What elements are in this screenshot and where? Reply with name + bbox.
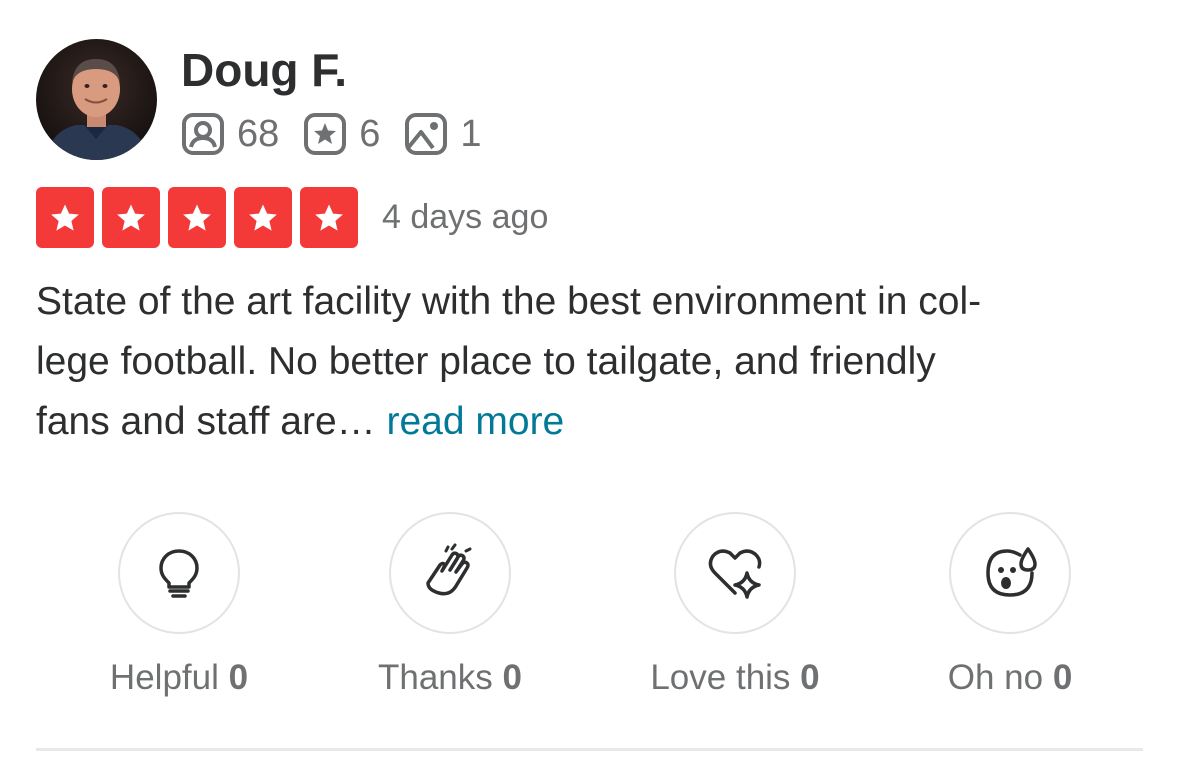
reaction-oh-no: Oh no 0 (890, 512, 1130, 700)
star-icon (315, 204, 343, 231)
reaction-count: 0 (502, 658, 522, 697)
reviews-count: 6 (359, 113, 381, 155)
reviews-stat: 6 (303, 110, 380, 158)
rating-row: 4 days ago (36, 187, 548, 248)
star-icon (183, 204, 211, 231)
read-more-link[interactable]: read more (387, 400, 565, 443)
reaction-label: Helpful 0 (59, 656, 299, 700)
rating-star (300, 187, 358, 248)
oh-no-button[interactable] (949, 512, 1071, 634)
photos-stat: 1 (404, 110, 482, 158)
review-text-line: fans and staff are… read more (36, 392, 1146, 452)
reaction-name: Thanks (378, 658, 493, 697)
star-rating (36, 187, 366, 248)
review-date: 4 days ago (382, 198, 549, 236)
high-five-icon (426, 543, 472, 596)
reaction-helpful: Helpful 0 (59, 512, 299, 700)
friends-count: 68 (237, 113, 280, 155)
photos-count: 1 (460, 113, 482, 155)
reaction-love-this: Love this 0 (615, 512, 855, 700)
avatar[interactable] (36, 39, 157, 160)
rating-star (168, 187, 226, 248)
reaction-name: Helpful (109, 658, 219, 697)
helpful-button[interactable] (118, 512, 240, 634)
friends-icon (182, 113, 224, 155)
review-text-line: lege football. No better place to tailga… (36, 340, 936, 383)
reaction-count: 0 (228, 658, 249, 697)
rating-star (36, 187, 94, 248)
reaction-count: 0 (1052, 658, 1073, 697)
rating-star (234, 187, 292, 248)
reaction-thanks: Thanks 0 (330, 512, 570, 700)
reaction-count: 0 (800, 658, 820, 697)
review-star-icon (304, 113, 347, 155)
review-text-line: State of the art facility with the best … (36, 280, 982, 323)
friends-stat: 68 (181, 110, 279, 158)
user-stats: 68 6 1 (181, 110, 482, 158)
divider (36, 748, 1143, 751)
photo-icon (405, 113, 448, 155)
surprised-face-icon (986, 547, 1037, 597)
star-icon (51, 204, 79, 231)
user-avatar-photo (36, 39, 157, 160)
reaction-name: Oh no (947, 658, 1044, 697)
star-icon (117, 204, 145, 231)
heart-sparkle-icon (708, 549, 762, 599)
reaction-name: Love this (650, 658, 791, 697)
lightbulb-icon (159, 549, 199, 598)
reaction-label: Thanks 0 (330, 656, 570, 700)
review-text-fragment: fans and staff are… (36, 400, 376, 443)
review-text: State of the art facility with the best … (36, 272, 1146, 452)
reaction-label: Love this 0 (615, 656, 855, 700)
thanks-button[interactable] (389, 512, 511, 634)
star-icon (249, 204, 277, 231)
reaction-label: Oh no 0 (890, 656, 1130, 700)
love-this-button[interactable] (674, 512, 796, 634)
user-name[interactable]: Doug F. (181, 40, 347, 100)
rating-star (102, 187, 160, 248)
